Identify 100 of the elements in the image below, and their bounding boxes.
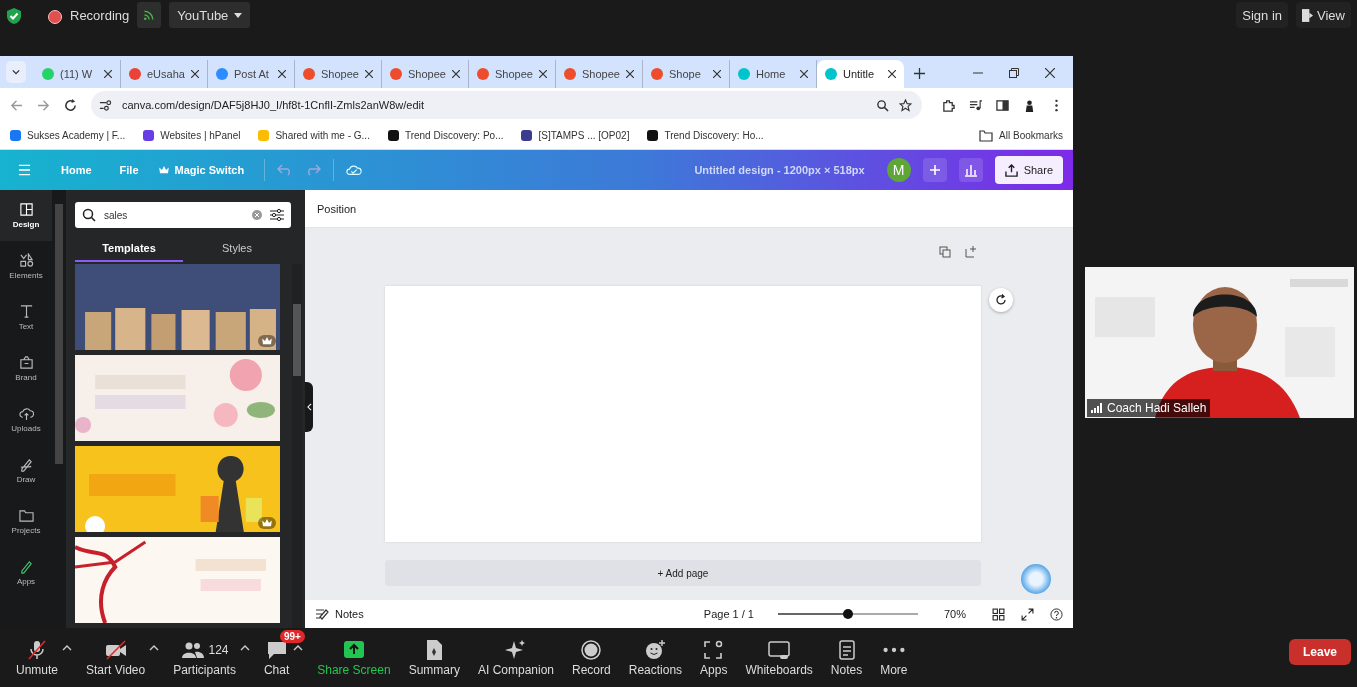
browser-tab[interactable]: Shopee [295,60,382,88]
bookmark-link[interactable]: Websites | hPanel [143,130,241,141]
search-field[interactable]: sales [75,202,291,228]
sidebar-item[interactable]: Brand [0,343,52,394]
bookmark-link[interactable]: Shared with me - G... [258,130,370,141]
site-icon [738,68,750,80]
media-control-icon[interactable] [969,98,982,112]
record-button[interactable]: Record [568,638,615,677]
view-button[interactable]: View [1296,2,1351,28]
close-icon[interactable] [626,70,634,78]
apps-button[interactable]: Apps [696,638,732,677]
bookmark-link[interactable]: Sukses Academy | F... [10,130,126,141]
caret-icon [234,12,243,18]
close-icon[interactable] [191,70,199,78]
close-icon[interactable] [539,70,547,78]
side-panel-icon[interactable] [996,98,1009,112]
forward-icon[interactable] [37,98,50,112]
folder-icon [18,508,34,523]
stream-dropdown[interactable]: YouTube [169,2,251,28]
restore-icon[interactable] [1009,68,1019,78]
close-icon[interactable] [713,70,721,78]
add-page-icon[interactable] [965,246,977,258]
browser-tab[interactable]: Shopee [556,60,643,88]
sidebar-item[interactable]: Elements [0,241,52,292]
notes-button[interactable]: Notes [335,608,364,620]
browser-tab[interactable]: Shopee [382,60,469,88]
close-icon[interactable] [365,70,373,78]
site-icon [651,68,663,80]
scrollbar-thumb[interactable] [55,204,63,464]
extensions-icon[interactable] [942,98,955,112]
duplicate-page-icon[interactable] [939,246,951,258]
caret-icon[interactable] [149,644,160,651]
close-icon[interactable] [104,70,112,78]
panel-tab[interactable]: Templates [75,236,183,262]
bookmark-link[interactable]: [S]TAMPS ... [OP02] [521,130,630,141]
help-icon[interactable] [1050,607,1063,621]
close-icon[interactable] [800,70,808,78]
caret-icon[interactable] [239,644,250,651]
browser-tab[interactable]: Untitle [817,60,904,88]
notes-button[interactable]: Notes [826,638,867,677]
scrollbar-thumb[interactable] [293,304,301,376]
filter-icon[interactable] [270,209,284,221]
live-stream-button[interactable] [137,2,162,28]
caret-icon[interactable] [293,644,304,651]
add-page-button[interactable]: + Add page [385,560,981,586]
sidebar-item[interactable]: Projects [0,496,52,547]
share-button[interactable]: Share Screen [313,638,395,677]
panel-tab[interactable]: Styles [183,236,291,262]
zoom-percentage[interactable]: 70% [943,608,966,620]
leave-button[interactable]: Leave [1288,638,1351,665]
design-title[interactable]: Untitled design - 1200px × 518px [694,164,865,176]
folder-icon[interactable] [979,129,994,142]
profile-icon[interactable] [1023,98,1036,112]
camera-button[interactable]: Start Video [82,638,150,677]
door-icon [1302,8,1314,22]
fullscreen-icon[interactable] [1021,607,1034,621]
close-icon[interactable] [1045,68,1055,78]
summary-button[interactable]: Summary [404,638,464,677]
more-button[interactable]: More [876,638,912,677]
bookmark-link[interactable]: Trend Discovery: Po... [387,130,504,141]
collapse-panel-handle[interactable] [305,382,313,432]
share-button[interactable]: Share [994,156,1063,184]
sidebar-item[interactable]: Draw [0,445,52,496]
tab-search-button[interactable] [6,61,26,83]
star-icon[interactable] [899,98,912,112]
close-icon[interactable] [278,70,286,78]
add-icon[interactable] [922,158,947,182]
pencil-lines-icon[interactable] [315,608,329,620]
chart-icon[interactable] [958,158,983,182]
people-button[interactable]: 124 Participants [169,638,240,677]
clear-icon[interactable] [252,210,262,220]
zoom-icon[interactable] [876,98,889,112]
close-icon[interactable] [888,70,896,78]
site-settings-icon[interactable] [99,98,112,112]
close-icon[interactable] [452,70,460,78]
refresh-icon[interactable] [989,288,1013,312]
browser-tab[interactable]: Post At [208,60,295,88]
sign-in-button[interactable]: Sign in [1236,2,1289,28]
board-button[interactable]: Whiteboards [741,638,817,677]
browser-tab[interactable]: Shope [643,60,730,88]
site-icon [390,68,402,80]
browser-tab[interactable]: eUsaha [121,60,208,88]
grid-view-icon[interactable] [992,607,1005,621]
position-button[interactable]: Position [317,202,357,215]
sidebar-item[interactable]: Apps [0,547,52,598]
caret-icon[interactable] [62,644,73,651]
bookmark-link[interactable]: Trend Discovery: Ho... [647,130,764,141]
reload-icon[interactable] [64,98,77,112]
sidebar-item[interactable]: Text [0,292,52,343]
site-icon [564,68,576,80]
browser-tab[interactable]: (11) W [34,60,121,88]
browser-tab[interactable]: Shopee [469,60,556,88]
back-icon[interactable] [10,98,23,112]
smile-button[interactable]: Reactions [624,638,687,677]
sidebar-item[interactable]: Uploads [0,394,52,445]
mic-button[interactable]: Unmute [12,638,63,677]
all-bookmarks-link[interactable]: All Bookmarks [999,130,1063,141]
plus-icon[interactable] [914,68,925,79]
sparkle-button[interactable]: AI Companion [474,638,559,677]
sidebar-item[interactable]: Design [0,190,52,241]
